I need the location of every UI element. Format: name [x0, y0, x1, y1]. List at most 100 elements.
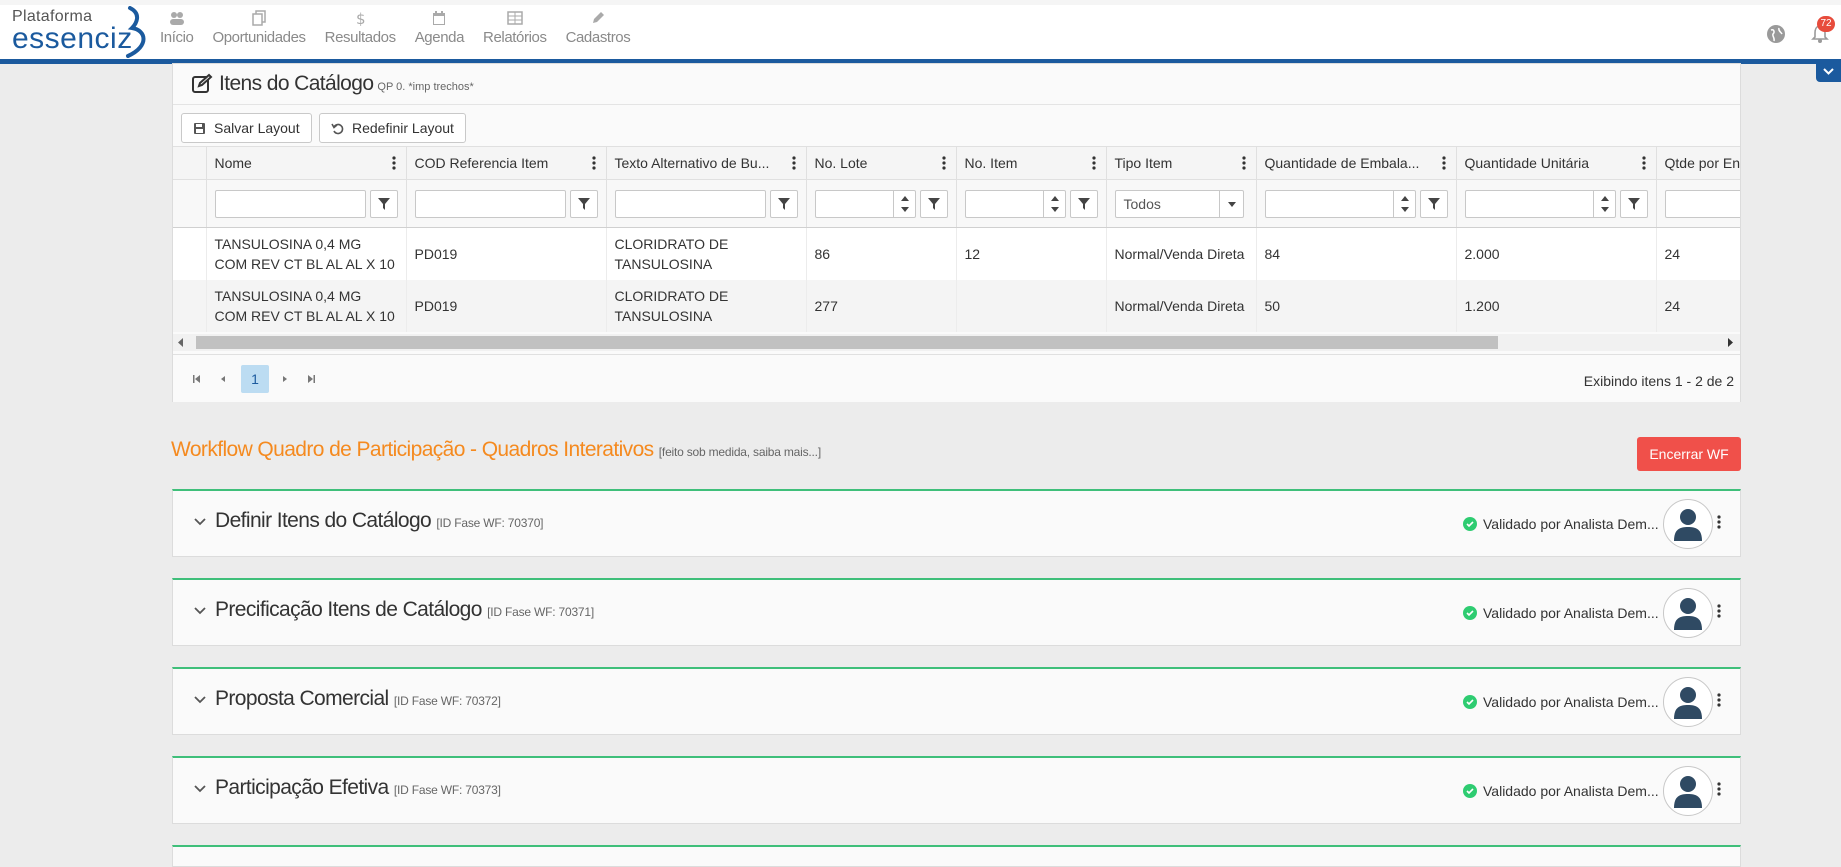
chevron-down-icon[interactable] [193, 515, 207, 529]
first-page-button[interactable] [183, 365, 211, 393]
column-menu-icon[interactable] [1441, 156, 1446, 170]
phase-id: [ID Fase WF: 70372] [393, 694, 501, 708]
more-options-icon[interactable] [1717, 782, 1721, 796]
globe-icon[interactable] [1766, 24, 1786, 44]
dropdown-toggle[interactable] [1218, 190, 1243, 217]
filter-input-qtd-unit[interactable] [1464, 189, 1616, 218]
save-layout-button[interactable]: Salvar Layout [181, 113, 312, 143]
filter-input-nome[interactable] [214, 189, 366, 218]
filter-button[interactable] [769, 189, 798, 218]
filter-button[interactable] [919, 189, 948, 218]
nav-item-oportunidades[interactable]: Oportunidades [212, 10, 306, 46]
cell-lote: 277 [806, 279, 957, 332]
page-number-button[interactable]: 1 [241, 365, 269, 393]
next-page-button[interactable] [271, 365, 299, 393]
filter-input-item[interactable] [964, 189, 1066, 218]
phase-title: Proposta Comercial [ID Fase WF: 70372] [215, 687, 501, 711]
nav-item-agenda[interactable]: Agenda [415, 10, 464, 46]
column-header-qtde-en[interactable]: Qtde por En [1656, 146, 1740, 180]
filter-select-tipo[interactable]: Todos [1114, 189, 1244, 218]
column-menu-icon[interactable] [791, 156, 796, 170]
nav-item-inicio[interactable]: Início [160, 10, 194, 46]
reset-layout-button[interactable]: Redefinir Layout [319, 113, 466, 143]
previous-page-button[interactable] [209, 365, 237, 393]
workflow-phase[interactable]: Participação Efetiva [ID Fase WF: 70373]… [172, 756, 1741, 824]
column-header-texto[interactable]: Texto Alternativo de Bu... [606, 146, 807, 180]
grid-header-row: Nome COD Referencia Item Texto Alternati… [173, 146, 1740, 180]
workflow-phase[interactable]: Proposta Comercial [ID Fase WF: 70372] V… [172, 667, 1741, 735]
workflow-phase[interactable]: Precificação Itens de Catálogo [ID Fase … [172, 578, 1741, 646]
avatar[interactable] [1663, 677, 1713, 727]
filter-button[interactable] [1069, 189, 1098, 218]
cell-qtde-en: 24 [1656, 279, 1740, 332]
scrollbar-thumb[interactable] [196, 336, 1498, 349]
chevron-down-icon[interactable] [193, 782, 207, 796]
column-header-cod[interactable]: COD Referencia Item [406, 146, 607, 180]
column-menu-icon[interactable] [1641, 156, 1646, 170]
column-header-qtd-unit[interactable]: Quantidade Unitária [1456, 146, 1657, 180]
filter-icon [577, 197, 590, 210]
brand-logo[interactable]: Plataforma essenciz [12, 6, 146, 58]
filter-button[interactable] [1419, 189, 1448, 218]
end-workflow-button[interactable]: Encerrar WF [1637, 437, 1741, 471]
scroll-right-icon[interactable] [1726, 338, 1734, 347]
cell-qtd-emb: 84 [1256, 227, 1457, 280]
nav-item-relatorios[interactable]: Relatórios [483, 10, 547, 46]
column-menu-icon[interactable] [591, 156, 596, 170]
avatar[interactable] [1663, 499, 1713, 549]
scroll-left-icon[interactable] [177, 338, 185, 347]
spinner-arrows-icon [1050, 195, 1059, 212]
column-header-label: COD Referencia Item [414, 155, 549, 171]
cell-qtd-unit: 1.200 [1456, 279, 1657, 332]
filter-input-cod[interactable] [414, 189, 566, 218]
column-header-lote[interactable]: No. Lote [806, 146, 957, 180]
more-options-icon[interactable] [1717, 693, 1721, 707]
filter-input-texto[interactable] [614, 189, 766, 218]
avatar[interactable] [1663, 588, 1713, 638]
more-options-icon[interactable] [1717, 604, 1721, 618]
numeric-spinner[interactable] [892, 190, 915, 217]
phase-id: [ID Fase WF: 70373] [393, 783, 501, 797]
column-menu-icon[interactable] [941, 156, 946, 170]
filter-input-qtd-emb[interactable] [1264, 189, 1416, 218]
horizontal-scrollbar[interactable] [173, 334, 1740, 351]
chevron-down-icon[interactable] [193, 604, 207, 618]
chevron-down-icon[interactable] [193, 693, 207, 707]
numeric-spinner[interactable] [1592, 190, 1615, 217]
column-menu-icon[interactable] [1091, 156, 1096, 170]
svg-text:$: $ [356, 10, 366, 26]
column-header-nome[interactable]: Nome [206, 146, 407, 180]
column-menu-icon[interactable] [1241, 156, 1246, 170]
filter-button[interactable] [1619, 189, 1648, 218]
filter-input-lote[interactable] [814, 189, 916, 218]
more-options-icon[interactable] [1717, 515, 1721, 529]
row-select-cell[interactable] [173, 279, 207, 332]
column-header-qtd-emb[interactable]: Quantidade de Embala... [1256, 146, 1457, 180]
column-menu-icon[interactable] [391, 156, 396, 170]
workflow-subtitle[interactable]: [feito sob medida, saiba mais...] [659, 445, 821, 459]
avatar[interactable] [1663, 766, 1713, 816]
filter-input-qtde-en[interactable] [1664, 189, 1740, 218]
pencil-icon [592, 12, 604, 23]
numeric-spinner[interactable] [1392, 190, 1415, 217]
nav-label: Cadastros [565, 29, 631, 46]
table-row[interactable]: TANSULOSINA 0,4 MG COM REV CT BL AL AL X… [173, 279, 1740, 332]
nav-item-cadastros[interactable]: Cadastros [566, 10, 631, 46]
column-header-tipo[interactable]: Tipo Item [1106, 146, 1257, 180]
filter-button[interactable] [569, 189, 598, 218]
last-page-button[interactable] [297, 365, 325, 393]
filter-button[interactable] [369, 189, 398, 218]
numeric-spinner[interactable] [1042, 190, 1065, 217]
row-select-cell[interactable] [173, 227, 207, 280]
table-row[interactable]: TANSULOSINA 0,4 MG COM REV CT BL AL AL X… [173, 227, 1740, 280]
collapse-toggle-button[interactable] [1816, 62, 1841, 82]
phase-id: [ID Fase WF: 70371] [487, 605, 595, 619]
nav-item-resultados[interactable]: $ Resultados [325, 10, 396, 46]
workflow-title-text: Workflow Quadro de Participação - Quadro… [171, 438, 654, 461]
workflow-phase[interactable]: Definir Itens do Catálogo [ID Fase WF: 7… [172, 489, 1741, 557]
pager-info: Exibindo itens 1 - 2 de 2 [1583, 373, 1734, 389]
phase-status: Validado por Analista Dem... [1463, 605, 1659, 621]
column-header-item[interactable]: No. Item [956, 146, 1107, 180]
catalog-header: Itens do Catálogo QP 0. *imp trechos* [191, 64, 474, 104]
check-circle-icon [1463, 517, 1477, 531]
